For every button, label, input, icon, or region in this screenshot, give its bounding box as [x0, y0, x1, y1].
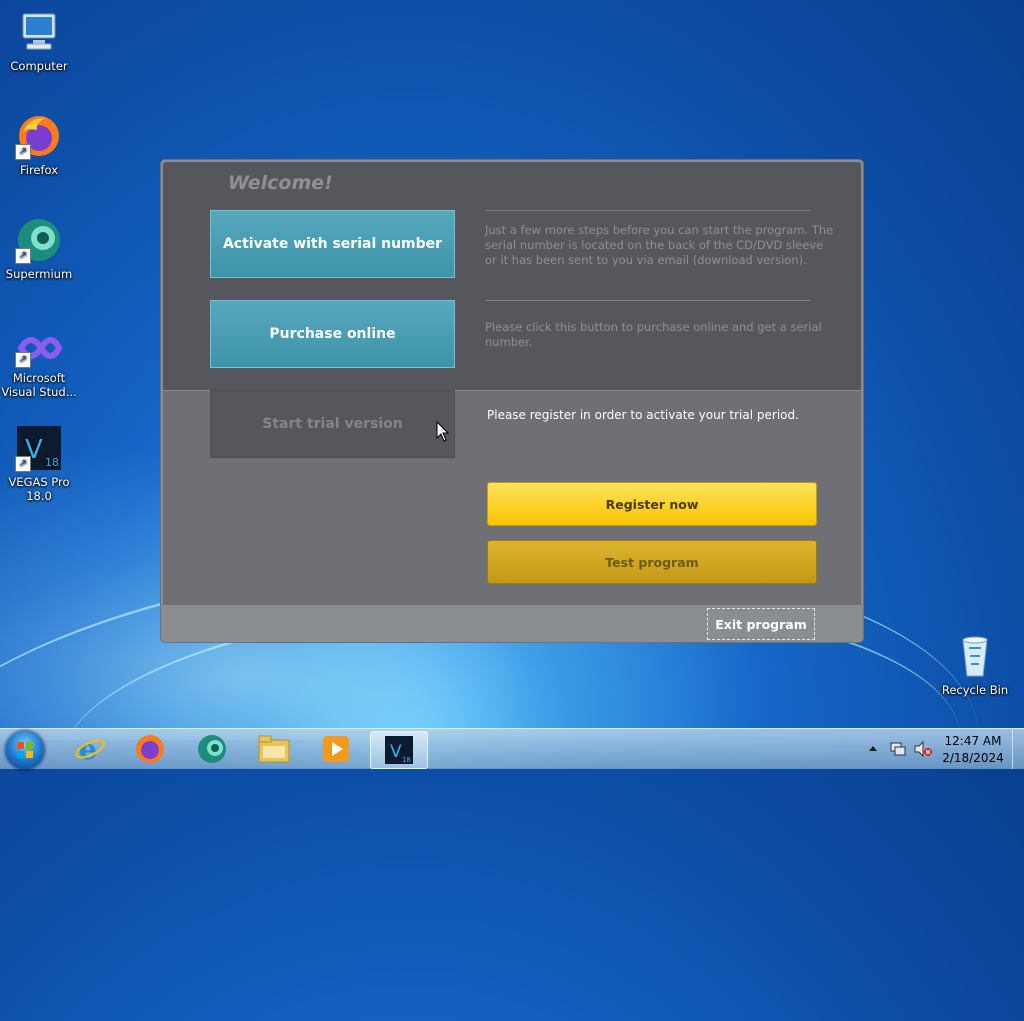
dialog-title: Welcome!	[228, 172, 333, 194]
show-desktop-button[interactable]	[1012, 729, 1024, 769]
purchase-description: Please click this button to purchase onl…	[485, 320, 822, 349]
recycle-bin-icon	[951, 632, 999, 680]
taskbar-firefox[interactable]	[124, 731, 176, 767]
activate-description: Just a few more steps before you can sta…	[485, 223, 834, 267]
firefox-icon: ↗	[15, 112, 63, 160]
trial-description: Please register in order to activate you…	[487, 408, 799, 422]
shortcut-arrow-icon: ↗	[15, 144, 31, 160]
system-clock[interactable]: 12:47 AM 2/18/2024	[940, 733, 1006, 767]
taskbar-supermium[interactable]	[186, 731, 238, 767]
register-now-button[interactable]: Register now	[487, 482, 817, 526]
taskbar: e V 18 12:47 AM 2/18/2024	[0, 728, 1024, 769]
desktop-icon-label: VEGAS Pro 18.0	[8, 475, 70, 503]
shortcut-arrow-icon: ↗	[15, 456, 31, 472]
desktop-icon-computer[interactable]: Computer	[1, 8, 77, 73]
supermium-icon	[198, 735, 226, 763]
activate-serial-button[interactable]: Activate with serial number	[210, 210, 455, 278]
svg-text:e: e	[79, 733, 97, 765]
divider	[485, 300, 811, 301]
clock-date: 2/18/2024	[942, 751, 1004, 765]
desktop-icon-label: Recycle Bin	[941, 683, 1009, 697]
windows-logo-icon	[17, 742, 33, 758]
visual-studio-icon: ↗	[15, 328, 63, 368]
show-hidden-icons-icon[interactable]	[868, 744, 878, 752]
firefox-icon	[136, 735, 164, 763]
desktop-icon-label: Computer	[10, 59, 68, 73]
desktop-icon-vegas-pro[interactable]: V 18 ↗ VEGAS Pro 18.0	[1, 424, 77, 503]
file-explorer-icon	[258, 735, 290, 763]
taskbar-file-explorer[interactable]	[248, 731, 300, 767]
computer-icon	[15, 8, 63, 56]
desktop-icon-visual-studio[interactable]: ↗ Microsoft Visual Stud...	[1, 328, 77, 399]
vegas-pro-icon: V 18 ↗	[15, 424, 63, 472]
volume-muted-icon[interactable]	[913, 740, 933, 758]
divider	[485, 210, 811, 211]
shortcut-arrow-icon: ↗	[15, 352, 31, 368]
purchase-online-button[interactable]: Purchase online	[210, 300, 455, 368]
start-trial-button[interactable]: Start trial version	[210, 390, 455, 458]
taskbar-internet-explorer[interactable]: e	[64, 731, 116, 767]
test-program-button[interactable]: Test program	[487, 540, 817, 584]
desktop-icon-label: Microsoft Visual Stud...	[1, 371, 77, 399]
svg-text:V: V	[390, 742, 402, 762]
vegas-pro-icon: V 18	[385, 736, 413, 764]
desktop-icon-label: Firefox	[19, 163, 59, 177]
desktop-icon-label: Supermium	[5, 267, 73, 281]
taskbar-media-player[interactable]	[310, 731, 362, 767]
activation-dialog: Welcome! Activate with serial number Jus…	[161, 160, 863, 642]
shortcut-arrow-icon: ↗	[15, 248, 31, 264]
start-button[interactable]	[6, 731, 44, 769]
clock-time: 12:47 AM	[944, 734, 1002, 748]
taskbar-vegas-pro[interactable]: V 18	[370, 731, 428, 769]
network-icon[interactable]	[889, 740, 907, 758]
desktop-icon-supermium[interactable]: ↗ Supermium	[1, 216, 77, 281]
desktop-icon-recycle-bin[interactable]: Recycle Bin	[937, 632, 1013, 697]
supermium-icon: ↗	[15, 216, 63, 264]
svg-text:18: 18	[402, 756, 411, 764]
internet-explorer-icon: e	[75, 733, 105, 765]
exit-program-button[interactable]: Exit program	[707, 608, 815, 640]
desktop-icon-firefox[interactable]: ↗ Firefox	[1, 112, 77, 177]
svg-text:18: 18	[45, 456, 59, 469]
mouse-cursor-icon	[436, 421, 450, 442]
media-player-icon	[323, 736, 349, 762]
